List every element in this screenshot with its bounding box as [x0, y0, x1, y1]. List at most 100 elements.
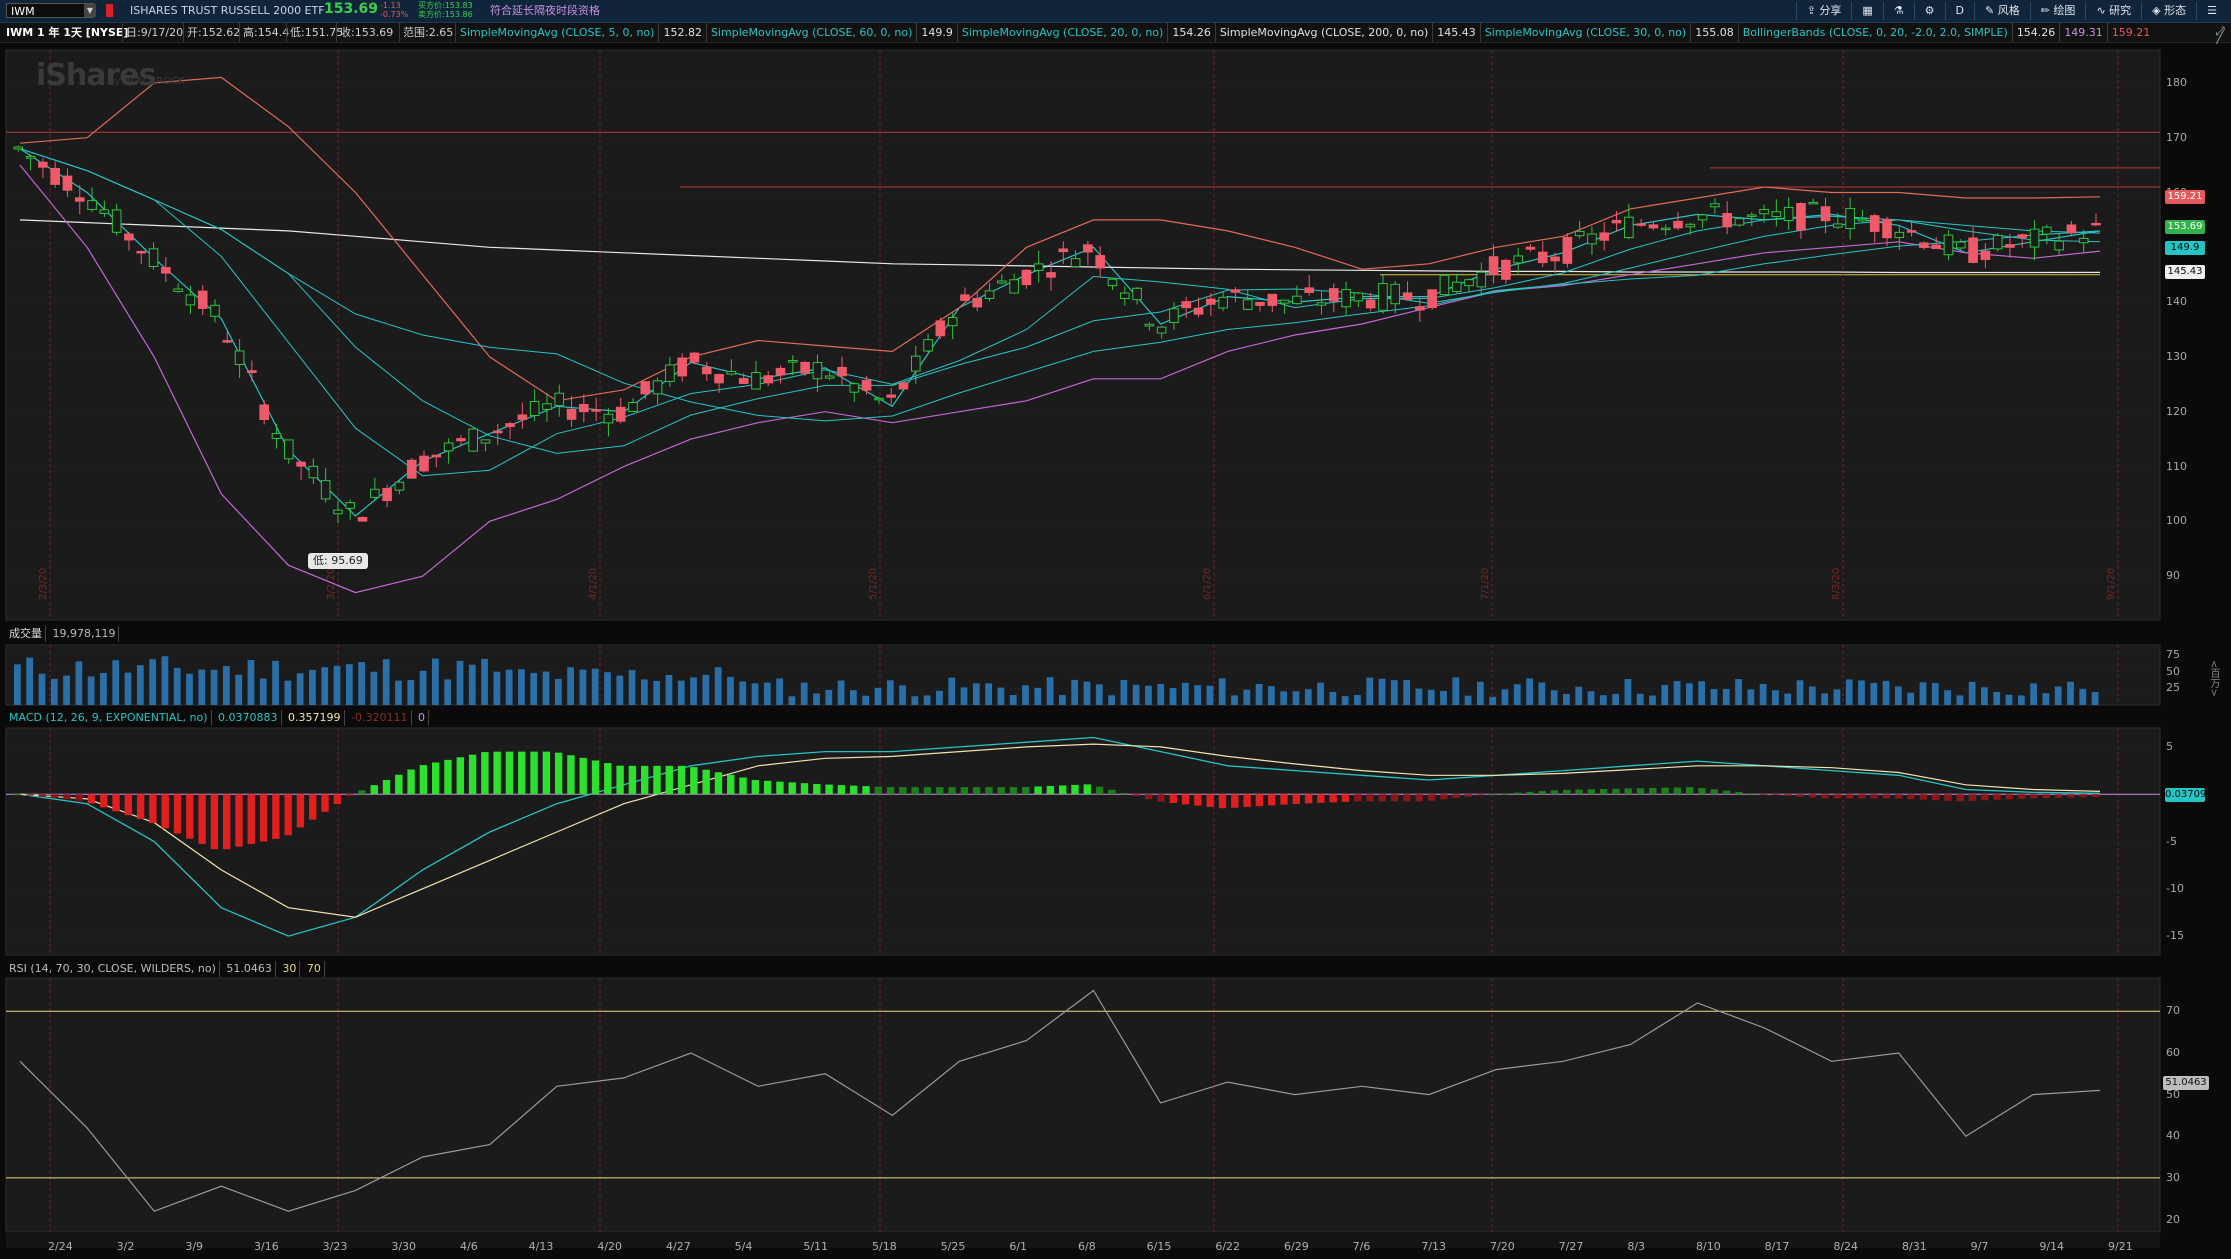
price-y-label: 130 [2166, 349, 2187, 363]
study-name[interactable]: SimpleMovingAvg (CLOSE, 30, 0, no) [1479, 23, 1690, 42]
volume-bar [493, 671, 501, 705]
macd-histogram-bar [75, 794, 83, 801]
candle-body [972, 297, 983, 308]
candle-body [1931, 244, 1941, 250]
volume-bar [468, 664, 476, 705]
volume-bar [1526, 678, 1533, 705]
volume-bar [825, 689, 833, 705]
candle-body [1697, 214, 1708, 221]
macd-histogram-bar [1968, 794, 1977, 801]
toolbar-button-2[interactable]: ⚗ [1882, 2, 1914, 20]
style-icon: ✎ [1985, 4, 1998, 17]
macd-histogram-bar [1575, 789, 1583, 795]
volume-bar [1440, 690, 1447, 705]
candle-body [1673, 220, 1683, 229]
symbol-input[interactable]: IWM [6, 3, 94, 18]
toolbar-button-6[interactable]: ✏ 绘图 [2029, 2, 2086, 20]
candle-body [2078, 237, 2089, 244]
studies-list: SimpleMovingAvg (CLOSE, 5, 0, no) 152.82 S… [455, 23, 2154, 42]
volume-y-label: 50 [2166, 664, 2180, 678]
macd-histogram-bar [1390, 794, 1399, 802]
candle-body [247, 370, 257, 374]
candle-body [1869, 215, 1880, 232]
bar-close: 收:153.69 [340, 26, 394, 39]
volume-bar [1882, 680, 1890, 705]
macd-histogram-bar [1808, 794, 1817, 798]
symbol-description: ISHARES TRUST RUSSELL 2000 ETF [130, 4, 325, 17]
volume-bar [1415, 688, 1423, 705]
candle-body [1550, 256, 1560, 262]
candle-body [1906, 230, 1917, 233]
volume-bar [1157, 683, 1165, 705]
toolbar-actions: ⇪ 分享 ▦ ⚗ ⚙ D ✎ 风格 ✏ 绘图 ∿ 研究 ◈ 形态 ☰ [1795, 2, 2227, 20]
volume-bar [1735, 679, 1742, 705]
candle-body [800, 361, 810, 374]
toolbar-button-label: 形态 [2164, 4, 2187, 17]
volume-bar [1513, 684, 1521, 705]
candle-body [923, 339, 933, 352]
candle-body [1230, 289, 1241, 293]
price-tag: 159.21 [2165, 189, 2205, 204]
volume-bar [1194, 685, 1201, 705]
macd-histogram-bar [1120, 792, 1128, 795]
study-value: 145.43 [1432, 23, 1480, 42]
candle-body [1648, 224, 1659, 229]
macd-histogram-bar [1821, 794, 1829, 799]
price-change: -1.13 [380, 1, 401, 10]
rsi-os: 30 [279, 961, 301, 977]
candle-body [935, 320, 946, 337]
macd-histogram-bar [505, 751, 514, 795]
volume-bar [641, 679, 648, 705]
macd-histogram-bar [886, 787, 895, 795]
candle-body [1341, 289, 1351, 308]
candle-body [849, 383, 860, 393]
chevron-down-icon[interactable]: ▼ [84, 4, 96, 17]
macd-y-label: -10 [2166, 881, 2184, 895]
toolbar-button-5[interactable]: ✎ 风格 [1974, 2, 2030, 20]
drawing-tool-icon[interactable]: ╱ [2210, 30, 2230, 44]
chart-canvas[interactable]: 2/3/20 3/2/20 4/1/20 5/1/20 6/1/20 7/1/20 8/3/… [0, 43, 2231, 1259]
candle-body [615, 406, 626, 422]
toolbar-button-9[interactable]: ☰ [2196, 2, 2227, 20]
candle-body [1562, 236, 1573, 264]
macd-histogram-bar [1722, 790, 1731, 795]
volume-bar [1759, 684, 1767, 705]
study-name[interactable]: SimpleMovingAvg (CLOSE, 200, 0, no) [1214, 23, 1432, 42]
macd-histogram-bar [1710, 789, 1718, 795]
volume-bar [1636, 693, 1644, 705]
toolbar-button-4[interactable]: D [1944, 2, 1974, 20]
macd-tag: 0.03709 [2165, 788, 2207, 802]
candle-body [1070, 258, 1081, 268]
macd-histogram-bar [1218, 794, 1227, 809]
volume-bar [1919, 682, 1927, 705]
macd-histogram-bar [1612, 788, 1620, 795]
candle-body [345, 502, 356, 509]
toolbar-button-7[interactable]: ∿ 研究 [2085, 2, 2141, 20]
candle-body [2042, 226, 2052, 235]
volume-bar [1292, 691, 1300, 705]
study-name[interactable]: BollingerBands (CLOSE, 0, 20, -2.0, 2.0,… [1737, 23, 2012, 42]
study-name[interactable]: SimpleMovingAvg (CLOSE, 5, 0, no) [455, 23, 658, 42]
study-name[interactable]: SimpleMovingAvg (CLOSE, 20, 0, no) [956, 23, 1167, 42]
macd-histogram-bar [296, 794, 305, 828]
candle-body [1107, 278, 1118, 287]
toolbar-button-8[interactable]: ◈ 形态 [2141, 2, 2196, 20]
macd-histogram-bar [223, 794, 231, 850]
toolbar-button-0[interactable]: ⇪ 分享 [1795, 2, 1852, 20]
study-name[interactable]: SimpleMovingAvg (CLOSE, 60, 0, no) [705, 23, 916, 42]
toolbar-button-1[interactable]: ▦ [1851, 2, 1882, 20]
candle-body [960, 294, 970, 301]
x-axis-label: 3/23 [322, 1240, 348, 1253]
candle-body [775, 367, 786, 376]
macd-histogram-bar [272, 794, 280, 839]
volume-label: 成交量 [6, 626, 46, 642]
month-marker-label: 5/1/20 [868, 568, 879, 600]
toolbar-button-3[interactable]: ⚙ [1913, 2, 1945, 20]
macd-histogram-bar [444, 759, 452, 795]
volume-bar [518, 669, 525, 705]
price-y-label: 170 [2166, 130, 2187, 144]
volume-bar [1427, 689, 1435, 705]
candle-body [1525, 246, 1536, 250]
candle-body [1808, 201, 1819, 205]
candle-body [874, 397, 884, 401]
